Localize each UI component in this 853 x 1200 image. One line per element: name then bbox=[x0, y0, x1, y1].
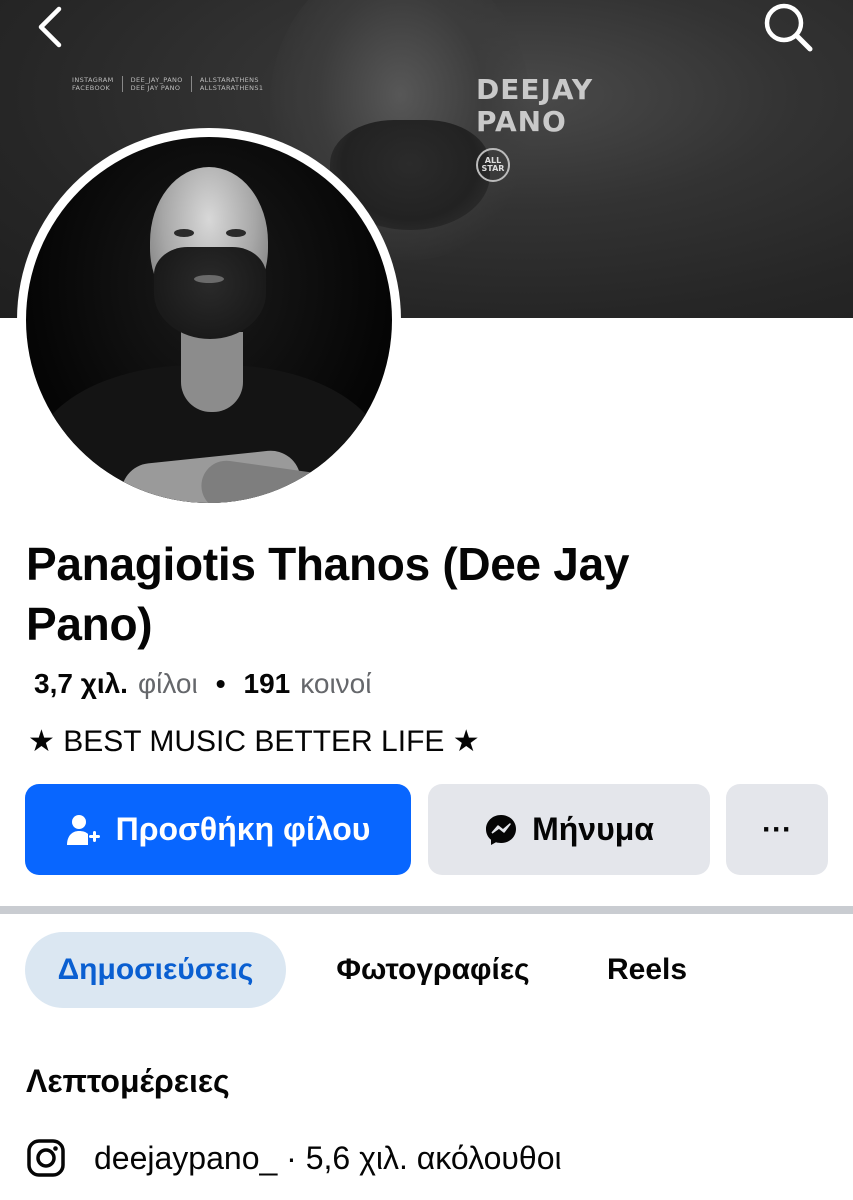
mutual-friends-label: κοινοί bbox=[300, 668, 372, 699]
stats-separator: • bbox=[215, 668, 226, 699]
back-button[interactable] bbox=[20, 0, 80, 54]
instagram-text: deejaypano_ · 5,6 χιλ. ακόλουθοι bbox=[94, 1140, 562, 1176]
avatar-eye bbox=[226, 229, 246, 237]
messenger-icon bbox=[486, 814, 517, 845]
search-button[interactable] bbox=[758, 0, 818, 54]
cover-social-handle-3: ALLSTARATHENS bbox=[199, 76, 259, 84]
instagram-icon bbox=[27, 1139, 65, 1177]
person-add-icon bbox=[66, 814, 100, 845]
friends-count: 3,7 χιλ. bbox=[34, 668, 128, 699]
cover-brand-text: DEEJAY PANO bbox=[476, 74, 593, 138]
more-options-label: ··· bbox=[762, 812, 792, 846]
cover-social-label-2: FACEBOOK bbox=[72, 84, 111, 92]
avatar-eye bbox=[174, 229, 194, 237]
profile-name: Panagiotis Thanos (Dee Jay Pano) bbox=[26, 538, 630, 650]
mutual-friends-count: 191 bbox=[243, 668, 291, 699]
instagram-link[interactable]: deejaypano_ · 5,6 χιλ. ακόλουθοι bbox=[26, 1136, 562, 1180]
friends-label: φίλοι bbox=[137, 668, 198, 699]
chevron-left-icon bbox=[38, 6, 62, 48]
profile-picture[interactable] bbox=[26, 137, 392, 503]
tab-posts[interactable]: Δημοσιεύσεις bbox=[25, 932, 286, 1008]
cover-social-label-1: INSTAGRAM bbox=[72, 76, 114, 84]
friends-stats[interactable]: 3,7 χιλ. φίλοι • 191 κοινοί bbox=[34, 666, 371, 702]
cover-brand-line-1: DEEJAY bbox=[476, 73, 594, 106]
cover-social-handle-4: ALLSTARATHENS1 bbox=[199, 84, 264, 92]
cover-separator bbox=[190, 76, 192, 92]
all-star-logo: ALL STAR bbox=[476, 148, 510, 182]
avatar-beard bbox=[154, 247, 266, 339]
profile-bio: ★ BEST MUSIC BETTER LIFE ★ bbox=[28, 725, 480, 758]
details-heading: Λεπτομέρειες bbox=[26, 1063, 230, 1099]
profile-picture-frame[interactable] bbox=[17, 128, 401, 512]
add-friend-label: Προσθήκη φίλου bbox=[115, 811, 371, 847]
search-icon bbox=[764, 3, 813, 52]
section-divider bbox=[0, 906, 853, 914]
add-friend-button[interactable]: Προσθήκη φίλου bbox=[25, 784, 411, 875]
avatar-mouth bbox=[194, 275, 224, 283]
more-options-button[interactable]: ··· bbox=[726, 784, 828, 875]
cover-social-handles: INSTAGRAM FACEBOOK DEE_JAY_PANO DEE JAY … bbox=[72, 76, 263, 92]
tab-reels[interactable]: Reels bbox=[572, 932, 722, 1008]
cover-social-handle-2: DEE JAY PANO bbox=[130, 84, 181, 92]
cover-social-handle-1: DEE_JAY_PANO bbox=[130, 76, 183, 84]
tab-photos[interactable]: Φωτογραφίες bbox=[306, 932, 560, 1008]
cover-brand-line-2: PANO bbox=[476, 105, 567, 138]
avatar-neck bbox=[181, 332, 243, 412]
message-label: Μήνυμα bbox=[532, 811, 654, 847]
cover-separator bbox=[121, 76, 123, 92]
message-button[interactable]: Μήνυμα bbox=[428, 784, 710, 875]
